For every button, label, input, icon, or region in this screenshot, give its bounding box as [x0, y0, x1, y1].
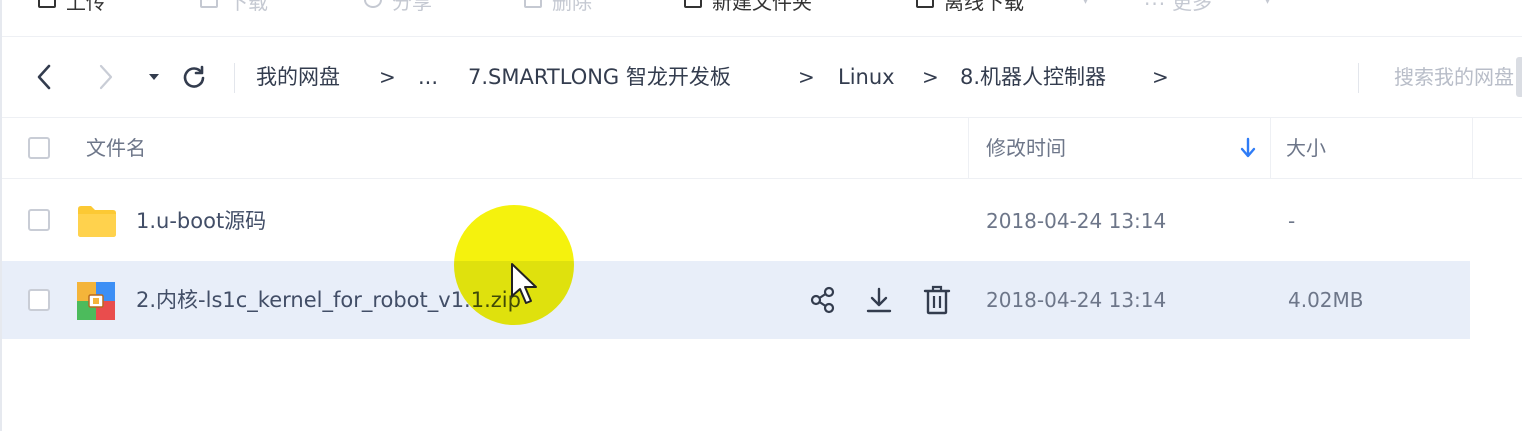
file-modified: 2018-04-24 13:14 [986, 288, 1167, 312]
toolbar: 上传 下载 分享 删除 新建文件夹 离线下载 ▾ ··· 更多 ▾ [2, 0, 1522, 22]
offline-download-caret-icon[interactable]: ▾ [1082, 0, 1089, 22]
row-download-button[interactable] [864, 285, 894, 315]
new-folder-button[interactable]: 新建文件夹 [684, 0, 812, 22]
search-input[interactable]: 搜索我的网盘 [1394, 62, 1514, 92]
download-button[interactable]: 下载 [200, 0, 268, 22]
breadcrumb-ellipsis[interactable]: ... [418, 62, 438, 92]
column-header-name[interactable]: 文件名 [86, 118, 146, 178]
breadcrumb-separator: > [798, 65, 815, 89]
breadcrumb-separator: > [922, 65, 939, 89]
row-delete-button[interactable] [922, 285, 952, 315]
nav-separator [234, 63, 235, 93]
share-button[interactable]: 分享 [364, 0, 432, 22]
delete-icon [923, 285, 951, 315]
refresh-button[interactable] [178, 59, 210, 95]
chevron-left-icon [37, 64, 51, 90]
more-button[interactable]: ··· 更多 [1144, 0, 1212, 22]
navigation-bar: 我的网盘 > ... 7.SMARTLONG 智龙开发板 > Linux > 8… [2, 37, 1522, 117]
row-share-button[interactable] [808, 285, 838, 315]
back-button[interactable] [28, 59, 60, 95]
scrollbar-thumb[interactable] [1516, 57, 1522, 97]
file-size: - [1288, 209, 1296, 233]
folder-icon [78, 206, 116, 237]
forward-button[interactable] [90, 59, 122, 95]
row-checkbox[interactable] [28, 209, 50, 231]
upload-icon [38, 0, 56, 8]
column-divider[interactable] [968, 118, 969, 178]
zip-archive-icon [77, 282, 115, 320]
search-separator [1358, 63, 1359, 93]
column-header-size[interactable]: 大小 [1286, 118, 1326, 178]
refresh-icon [183, 65, 205, 88]
file-modified: 2018-04-24 13:14 [986, 209, 1167, 233]
offline-download-icon [916, 0, 934, 8]
file-table-header: 文件名 修改时间 大小 [2, 118, 1522, 178]
download-icon [866, 287, 892, 313]
breadcrumb-smartlong[interactable]: 7.SMARTLONG 智龙开发板 [468, 62, 731, 92]
table-row[interactable]: 1.u-boot源码 2018-04-24 13:14 - [2, 182, 1470, 260]
chevron-right-icon [99, 64, 113, 90]
select-all-checkbox[interactable] [28, 137, 50, 159]
breadcrumb-linux[interactable]: Linux [838, 62, 895, 92]
breadcrumb-separator: > [379, 65, 396, 89]
file-name[interactable]: 1.u-boot源码 [136, 182, 266, 260]
column-divider[interactable] [1270, 118, 1271, 178]
more-caret-icon[interactable]: ▾ [1264, 0, 1271, 22]
offline-download-button[interactable]: 离线下载 [916, 0, 1024, 22]
column-divider[interactable] [1472, 118, 1473, 178]
share-icon [810, 286, 835, 314]
history-dropdown-button[interactable] [138, 59, 170, 95]
breadcrumb-separator: > [1152, 65, 1169, 89]
breadcrumb-my-drive[interactable]: 我的网盘 [256, 62, 340, 92]
sort-down-arrow-icon[interactable] [1240, 137, 1256, 159]
column-header-modified[interactable]: 修改时间 [986, 118, 1066, 178]
delete-button[interactable]: 删除 [524, 0, 592, 22]
table-header-divider [2, 178, 1522, 179]
share-icon [364, 0, 382, 8]
table-row[interactable]: 2.内核-ls1c_kernel_for_robot_v1.1.zip 2018… [2, 261, 1470, 339]
download-icon [200, 0, 218, 8]
upload-button[interactable]: 上传 [38, 0, 106, 22]
file-size: 4.02MB [1288, 288, 1364, 312]
row-checkbox[interactable] [28, 289, 50, 311]
more-dots-icon: ··· [1144, 0, 1167, 16]
trash-icon [524, 0, 542, 8]
new-folder-icon [684, 0, 702, 8]
file-manager-window: 上传 下载 分享 删除 新建文件夹 离线下载 ▾ ··· 更多 ▾ 我的网盘 >… [0, 0, 1522, 431]
caret-down-icon [149, 74, 159, 80]
breadcrumb-robot-controller[interactable]: 8.机器人控制器 [960, 62, 1106, 92]
mouse-cursor-icon [511, 263, 537, 304]
